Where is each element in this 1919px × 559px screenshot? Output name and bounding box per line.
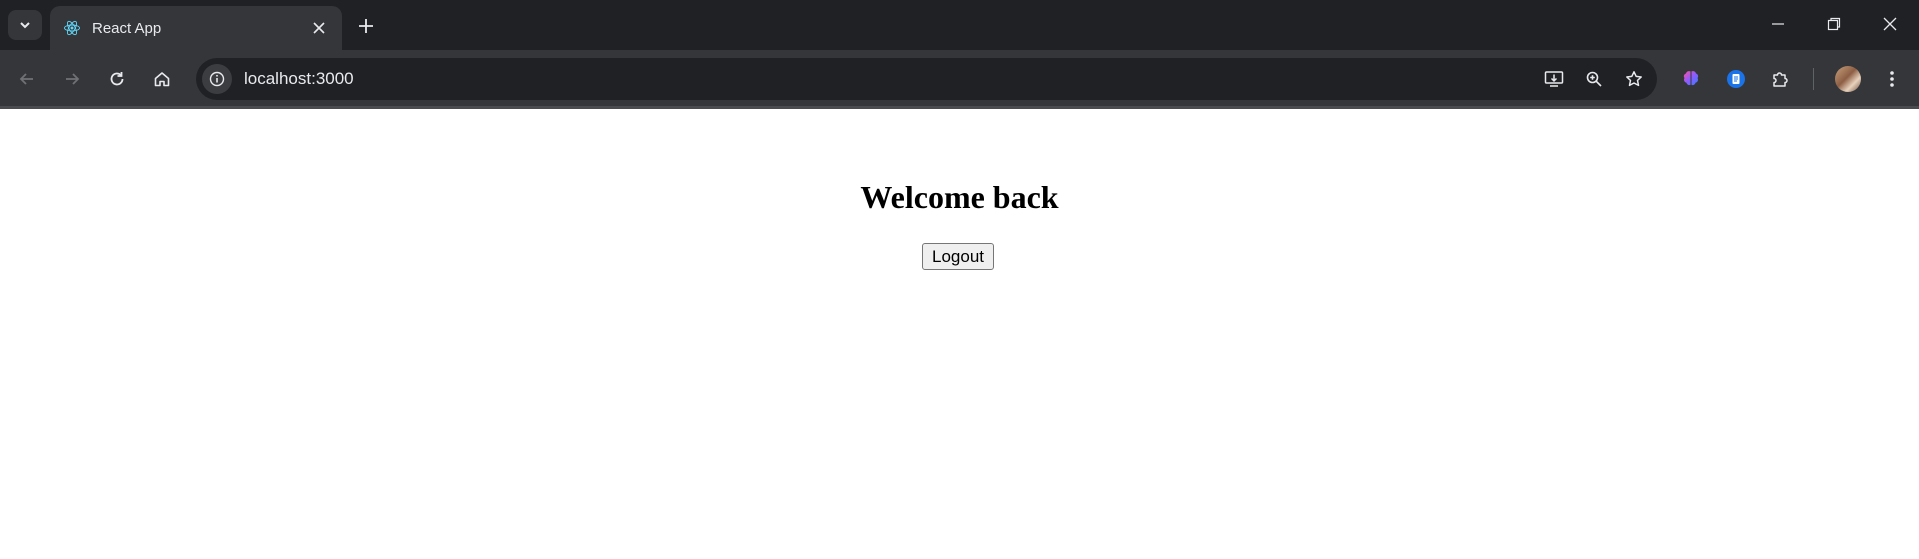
arrow-left-icon	[19, 73, 33, 85]
restore-icon	[1827, 17, 1841, 31]
address-bar[interactable]: localhost:3000	[196, 58, 1657, 100]
site-info-button[interactable]	[202, 64, 232, 94]
extension-brain-button[interactable]	[1674, 62, 1708, 96]
tab-react-app[interactable]: React App	[50, 6, 342, 50]
tab-search-button[interactable]	[8, 10, 42, 40]
browser-toolbar: localhost:3000	[0, 50, 1919, 108]
forward-button[interactable]	[55, 62, 89, 96]
react-logo-icon	[62, 18, 82, 38]
chevron-down-icon	[20, 22, 30, 29]
page-title: Welcome back	[860, 179, 1059, 215]
logout-button[interactable]: Logout	[922, 243, 994, 270]
puzzle-icon	[1773, 72, 1788, 87]
new-tab-button[interactable]	[352, 12, 380, 40]
minimize-button[interactable]	[1750, 0, 1806, 48]
close-icon	[313, 22, 325, 34]
page-content: Welcome back Logout	[0, 109, 1919, 559]
back-button[interactable]	[10, 62, 44, 96]
document-extension-icon	[1727, 70, 1745, 88]
reload-button[interactable]	[100, 62, 134, 96]
install-app-button[interactable]	[1537, 62, 1571, 96]
install-icon	[1544, 71, 1564, 87]
arrow-right-icon	[66, 73, 80, 85]
close-window-button[interactable]	[1862, 0, 1918, 48]
url-text[interactable]: localhost:3000	[244, 69, 1537, 89]
more-vert-icon	[1890, 71, 1894, 87]
toolbar-separator	[1813, 68, 1814, 90]
home-button[interactable]	[145, 62, 179, 96]
star-icon	[1626, 71, 1642, 87]
tab-strip: React App	[0, 0, 1919, 50]
zoom-in-icon	[1586, 71, 1602, 87]
home-icon	[154, 72, 170, 87]
info-icon	[209, 71, 225, 87]
extensions-menu-button[interactable]	[1764, 62, 1798, 96]
profile-avatar[interactable]	[1835, 66, 1861, 92]
close-tab-button[interactable]	[308, 17, 330, 39]
bookmark-button[interactable]	[1617, 62, 1651, 96]
zoom-button[interactable]	[1577, 62, 1611, 96]
extension-docs-button[interactable]	[1719, 62, 1753, 96]
reload-icon	[110, 72, 124, 86]
close-icon	[1883, 17, 1897, 31]
chrome-menu-button[interactable]	[1875, 62, 1909, 96]
restore-button[interactable]	[1806, 0, 1862, 48]
tab-title: React App	[92, 19, 162, 37]
brain-extension-icon	[1683, 71, 1699, 86]
plus-icon	[359, 19, 373, 33]
minimize-icon	[1772, 23, 1784, 25]
